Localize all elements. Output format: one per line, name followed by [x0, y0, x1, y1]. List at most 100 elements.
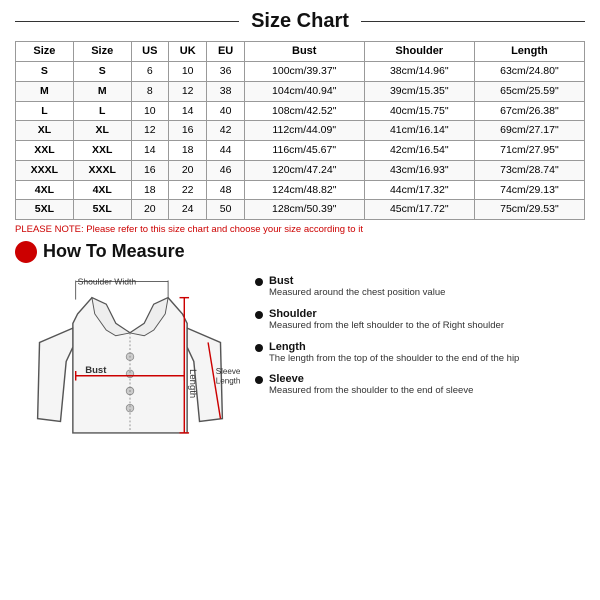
table-header-cell: Size	[16, 42, 74, 62]
bullet-icon	[255, 344, 263, 352]
table-cell: 38cm/14.96"	[364, 62, 474, 82]
table-cell: 8	[131, 82, 168, 102]
table-cell: 38	[207, 82, 244, 102]
table-cell: 44cm/17.32"	[364, 180, 474, 200]
measure-item-title: Length	[269, 341, 519, 353]
measure-item-title: Shoulder	[269, 308, 504, 320]
table-cell: S	[16, 62, 74, 82]
measure-item-title: Bust	[269, 275, 445, 287]
title-line-left	[15, 21, 239, 22]
please-note: PLEASE NOTE: Please refer to this size c…	[15, 224, 585, 235]
page-title: Size Chart	[239, 10, 361, 33]
table-cell: 46	[207, 160, 244, 180]
table-cell: 16	[168, 121, 206, 141]
measure-item-desc: Measured from the shoulder to the end of…	[269, 385, 473, 398]
table-cell: 42cm/16.54"	[364, 141, 474, 161]
table-cell: XXXL	[73, 160, 131, 180]
table-cell: 63cm/24.80"	[474, 62, 584, 82]
table-cell: 22	[168, 180, 206, 200]
table-cell: 18	[131, 180, 168, 200]
table-cell: S	[73, 62, 131, 82]
table-cell: 10	[131, 101, 168, 121]
bullet-icon	[255, 376, 263, 384]
how-to-measure-title: How To Measure	[43, 241, 185, 262]
table-cell: 4XL	[73, 180, 131, 200]
table-cell: 40	[207, 101, 244, 121]
table-header-row: SizeSizeUSUKEUBustShoulderLength	[16, 42, 585, 62]
measure-item-content: ShoulderMeasured from the left shoulder …	[269, 308, 504, 333]
measure-item: BustMeasured around the chest position v…	[255, 275, 585, 300]
table-cell: 14	[168, 101, 206, 121]
table-cell: 44	[207, 141, 244, 161]
main-container: Size Chart SizeSizeUSUKEUBustShoulderLen…	[0, 0, 600, 600]
table-cell: XL	[73, 121, 131, 141]
table-cell: 50	[207, 200, 244, 220]
measure-list: BustMeasured around the chest position v…	[255, 271, 585, 471]
table-cell: XL	[16, 121, 74, 141]
table-header-cell: Length	[474, 42, 584, 62]
table-cell: 5XL	[73, 200, 131, 220]
table-cell: 40cm/15.75"	[364, 101, 474, 121]
table-cell: 42	[207, 121, 244, 141]
table-cell: 6	[131, 62, 168, 82]
table-cell: XXL	[73, 141, 131, 161]
table-cell: 124cm/48.82"	[244, 180, 364, 200]
measure-item: SleeveMeasured from the shoulder to the …	[255, 373, 585, 398]
title-row: Size Chart	[15, 10, 585, 33]
table-cell: 69cm/27.17"	[474, 121, 584, 141]
table-cell: 18	[168, 141, 206, 161]
table-cell: L	[16, 101, 74, 121]
table-cell: 20	[131, 200, 168, 220]
measure-item-content: LengthThe length from the top of the sho…	[269, 341, 519, 366]
svg-text:Bust: Bust	[85, 365, 107, 376]
table-cell: 112cm/44.09"	[244, 121, 364, 141]
table-cell: 104cm/40.94"	[244, 82, 364, 102]
measure-item-desc: The length from the top of the shoulder …	[269, 353, 519, 366]
svg-text:Length: Length	[187, 369, 198, 398]
measure-item-desc: Measured from the left shoulder to the o…	[269, 320, 504, 333]
table-cell: M	[73, 82, 131, 102]
measure-item-content: BustMeasured around the chest position v…	[269, 275, 445, 300]
title-line-right	[361, 21, 585, 22]
svg-text:Length: Length	[216, 376, 241, 385]
table-cell: 100cm/39.37"	[244, 62, 364, 82]
table-header-cell: US	[131, 42, 168, 62]
table-cell: 74cm/29.13"	[474, 180, 584, 200]
table-cell: 48	[207, 180, 244, 200]
table-cell: XXXL	[16, 160, 74, 180]
table-row: SS61036100cm/39.37"38cm/14.96"63cm/24.80…	[16, 62, 585, 82]
measure-item-desc: Measured around the chest position value	[269, 287, 445, 300]
table-cell: 20	[168, 160, 206, 180]
size-table: SizeSizeUSUKEUBustShoulderLength SS61036…	[15, 41, 585, 220]
table-header-cell: Shoulder	[364, 42, 474, 62]
table-cell: 39cm/15.35"	[364, 82, 474, 102]
table-row: 5XL5XL202450128cm/50.39"45cm/17.72"75cm/…	[16, 200, 585, 220]
table-body: SS61036100cm/39.37"38cm/14.96"63cm/24.80…	[16, 62, 585, 220]
table-cell: 12	[131, 121, 168, 141]
table-cell: 5XL	[16, 200, 74, 220]
svg-text:Sleeve: Sleeve	[216, 367, 241, 376]
table-header-cell: EU	[207, 42, 244, 62]
bullet-icon	[255, 278, 263, 286]
table-cell: 65cm/25.59"	[474, 82, 584, 102]
table-cell: 71cm/27.95"	[474, 141, 584, 161]
bullet-icon	[255, 311, 263, 319]
table-cell: 14	[131, 141, 168, 161]
table-row: XXXLXXXL162046120cm/47.24"43cm/16.93"73c…	[16, 160, 585, 180]
table-cell: 41cm/16.14"	[364, 121, 474, 141]
table-cell: M	[16, 82, 74, 102]
table-cell: 43cm/16.93"	[364, 160, 474, 180]
table-cell: 45cm/17.72"	[364, 200, 474, 220]
table-cell: 67cm/26.38"	[474, 101, 584, 121]
bottom-section: Shoulder Width	[15, 271, 585, 471]
jacket-illustration: Shoulder Width	[15, 271, 245, 471]
table-cell: 108cm/42.52"	[244, 101, 364, 121]
table-cell: 73cm/28.74"	[474, 160, 584, 180]
table-cell: 75cm/29.53"	[474, 200, 584, 220]
table-header-cell: Size	[73, 42, 131, 62]
measure-item-content: SleeveMeasured from the shoulder to the …	[269, 373, 473, 398]
measure-item-title: Sleeve	[269, 373, 473, 385]
table-row: 4XL4XL182248124cm/48.82"44cm/17.32"74cm/…	[16, 180, 585, 200]
table-cell: 4XL	[16, 180, 74, 200]
table-cell: 128cm/50.39"	[244, 200, 364, 220]
